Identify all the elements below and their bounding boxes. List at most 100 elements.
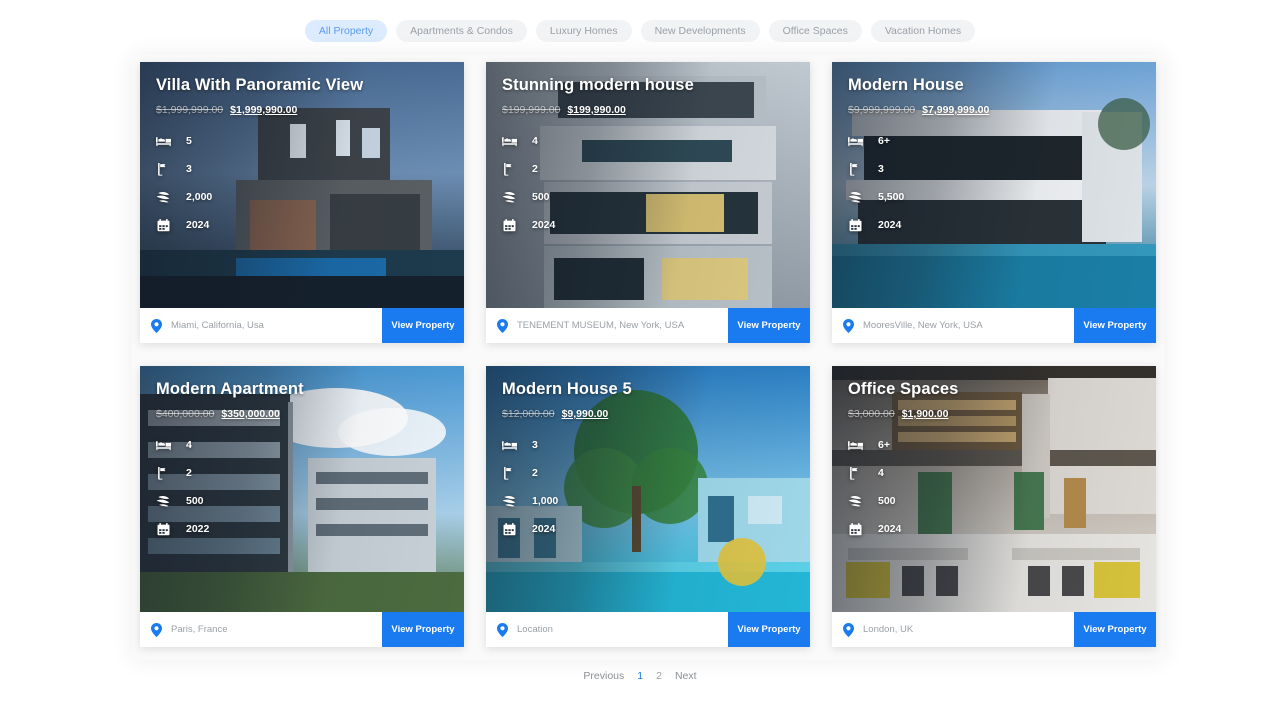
property-spec-value: 500 — [532, 191, 550, 203]
property-spec-value: 1,000 — [532, 495, 559, 507]
property-price: $1,999,999.00 $1,999,990.00 — [156, 104, 448, 116]
property-summary: Modern House 5 $12,000.00 $9,990.00 3 2 1,000… — [486, 366, 810, 612]
property-spec-bedrooms: 4 — [156, 438, 448, 452]
area-icon — [502, 190, 517, 204]
property-price-current: $199,990.00 — [567, 104, 626, 116]
property-spec-bathrooms: 2 — [156, 466, 448, 480]
bath-icon — [502, 162, 517, 176]
property-price: $12,000.00 $9,990.00 — [502, 408, 794, 420]
filter-tab-office-spaces[interactable]: Office Spaces — [768, 20, 862, 42]
property-price: $400,000.00 $350,000.00 — [156, 408, 448, 420]
property-spec-bathrooms: 3 — [848, 162, 1140, 176]
pin-icon — [151, 318, 162, 333]
property-media: Modern Apartment $400,000.00 $350,000.00 4 2… — [140, 366, 464, 612]
property-location-text: Miami, California, Usa — [171, 320, 264, 331]
property-spec-value: 500 — [878, 495, 896, 507]
view-property-button[interactable]: View Property — [1074, 308, 1156, 343]
property-card[interactable]: Office Spaces $3,000.00 $1,900.00 6+ 4 500 202… — [832, 366, 1156, 647]
property-price-original: $400,000.00 — [156, 408, 215, 420]
bed-icon — [848, 134, 863, 148]
property-location: London, UK — [832, 612, 1074, 647]
property-spec-bathrooms: 4 — [848, 466, 1140, 480]
pagination-page-1[interactable]: 1 — [637, 670, 643, 682]
view-property-button[interactable]: View Property — [728, 308, 810, 343]
pagination-next[interactable]: Next — [675, 670, 697, 682]
property-spec-value: 4 — [532, 135, 538, 147]
property-footer: TENEMENT MUSEUM, New York, USA View Prope… — [486, 308, 810, 343]
property-title: Modern House — [848, 76, 964, 94]
property-filter-bar: All Property Apartments & Condos Luxury Ho… — [0, 0, 1280, 42]
property-spec-value: 2022 — [186, 523, 210, 535]
property-summary: Stunning modern house $199,999.00 $199,990… — [486, 62, 810, 308]
calendar-icon — [502, 522, 517, 536]
area-icon — [156, 190, 171, 204]
property-spec-value: 4 — [878, 467, 884, 479]
property-spec-area: 500 — [848, 494, 1140, 508]
filter-tab-all-property[interactable]: All Property — [304, 20, 388, 42]
filter-tab-apartments-condos[interactable]: Apartments & Condos — [396, 20, 527, 42]
property-specs: 4 2 500 2022 — [156, 438, 448, 536]
area-icon — [848, 494, 863, 508]
property-spec-value: 5 — [186, 135, 192, 147]
property-spec-bedrooms: 5 — [156, 134, 448, 148]
calendar-icon — [156, 218, 171, 232]
property-price-original: $3,000.00 — [848, 408, 895, 420]
bed-icon — [502, 134, 517, 148]
property-location-text: TENEMENT MUSEUM, New York, USA — [517, 320, 685, 331]
property-grid: Villa With Panoramic View $1,999,999.00 $1… — [140, 62, 1164, 647]
view-property-button[interactable]: View Property — [382, 612, 464, 647]
property-spec-area: 2,000 — [156, 190, 448, 204]
property-spec-year-built: 2024 — [502, 218, 794, 232]
property-location: Location — [486, 612, 728, 647]
property-title: Modern Apartment — [156, 380, 304, 398]
property-specs: 6+ 3 5,500 2024 — [848, 134, 1140, 232]
view-property-button[interactable]: View Property — [382, 308, 464, 343]
property-price-original: $199,999.00 — [502, 104, 561, 116]
property-footer: Paris, France View Property — [140, 612, 464, 647]
property-price-current: $9,990.00 — [561, 408, 609, 420]
pagination: Previous 1 2 Next — [0, 670, 1280, 682]
view-property-button[interactable]: View Property — [728, 612, 810, 647]
property-card[interactable]: Modern House 5 $12,000.00 $9,990.00 3 2 1,000… — [486, 366, 810, 647]
property-card[interactable]: Modern Apartment $400,000.00 $350,000.00 4 2… — [140, 366, 464, 647]
property-specs: 4 2 500 2024 — [502, 134, 794, 232]
property-location: Miami, California, Usa — [140, 308, 382, 343]
property-spec-year-built: 2022 — [156, 522, 448, 536]
property-spec-bedrooms: 6+ — [848, 134, 1140, 148]
property-price: $3,000.00 $1,900.00 — [848, 408, 1140, 420]
pin-icon — [151, 622, 162, 637]
filter-tab-luxury-homes[interactable]: Luxury Homes — [535, 20, 632, 42]
property-spec-year-built: 2024 — [848, 218, 1140, 232]
view-property-button[interactable]: View Property — [1074, 612, 1156, 647]
bath-icon — [156, 162, 171, 176]
property-spec-value: 3 — [878, 163, 884, 175]
pagination-previous[interactable]: Previous — [583, 670, 624, 682]
property-spec-value: 2 — [532, 163, 538, 175]
property-price-current: $1,999,990.00 — [230, 104, 298, 116]
property-card[interactable]: Modern House $9,999,999.00 $7,999,999.00 6+… — [832, 62, 1156, 343]
bed-icon — [502, 438, 517, 452]
bath-icon — [848, 162, 863, 176]
property-spec-area: 5,500 — [848, 190, 1140, 204]
property-spec-value: 2024 — [532, 523, 556, 535]
bath-icon — [156, 466, 171, 480]
property-spec-value: 3 — [532, 439, 538, 451]
property-media: Stunning modern house $199,999.00 $199,990… — [486, 62, 810, 308]
filter-tab-vacation-homes[interactable]: Vacation Homes — [870, 20, 976, 42]
pagination-page-2[interactable]: 2 — [656, 670, 662, 682]
property-price-current: $1,900.00 — [901, 408, 949, 420]
property-card[interactable]: Villa With Panoramic View $1,999,999.00 $1… — [140, 62, 464, 343]
property-spec-bathrooms: 3 — [156, 162, 448, 176]
property-spec-value: 500 — [186, 495, 204, 507]
property-title: Modern House 5 — [502, 380, 632, 398]
property-spec-value: 2024 — [878, 523, 902, 535]
property-spec-value: 2,000 — [186, 191, 213, 203]
bed-icon — [848, 438, 863, 452]
property-listing-page: All Property Apartments & Condos Luxury Ho… — [0, 0, 1280, 720]
property-price: $199,999.00 $199,990.00 — [502, 104, 794, 116]
property-title: Stunning modern house — [502, 76, 694, 94]
property-spec-area: 500 — [502, 190, 794, 204]
filter-tab-new-developments[interactable]: New Developments — [640, 20, 760, 42]
property-spec-bathrooms: 2 — [502, 466, 794, 480]
property-card[interactable]: Stunning modern house $199,999.00 $199,990… — [486, 62, 810, 343]
